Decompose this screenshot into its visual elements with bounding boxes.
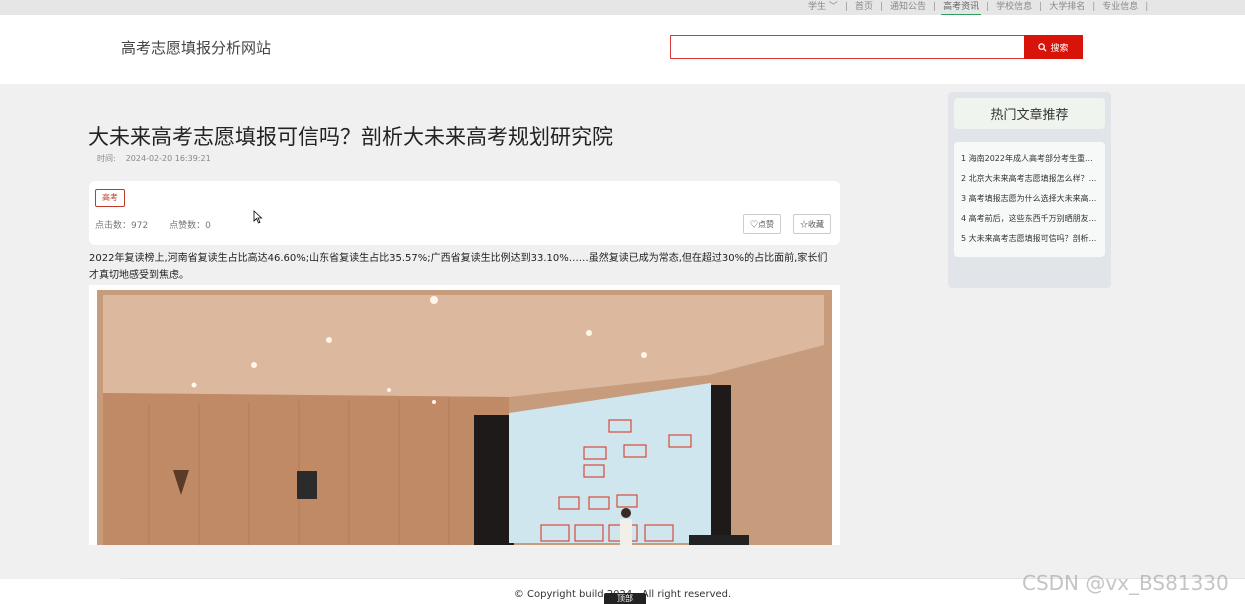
article-info-card: 高考 点击数：972 点赞数：0 ♡点赞 ☆收藏 [89, 181, 840, 245]
article-title: 大未来高考志愿填报可信吗？剖析大未来高考规划研究院 [88, 125, 613, 149]
article-tag[interactable]: 高考 [95, 189, 125, 207]
nav-major-info[interactable]: 专业信息 [1102, 2, 1138, 13]
favorite-button[interactable]: ☆收藏 [793, 214, 831, 234]
divider: | [844, 2, 848, 12]
divider: | [933, 2, 937, 12]
likes-label: 点赞数： [169, 221, 206, 231]
divider: | [1092, 2, 1096, 12]
divider: | [1145, 2, 1149, 12]
article-paragraph: 2022年复读榜上,河南省复读生占比高达46.60%;山东省复读生占比35.57… [89, 253, 828, 281]
search-button-label: 搜索 [1050, 42, 1069, 53]
site-header: 高考志愿填报分析网站 搜索 [0, 15, 1245, 84]
search-input[interactable] [670, 35, 1025, 59]
hot-articles-title: 热门文章推荐 [954, 98, 1105, 129]
search-button[interactable]: 搜索 [1024, 35, 1083, 59]
article-photo [89, 285, 840, 545]
divider: | [1039, 2, 1043, 12]
divider: | [879, 2, 884, 12]
back-to-top-button[interactable]: 顶部 [604, 593, 646, 604]
csdn-watermark: CSDN @vx_BS81330 [1022, 571, 1229, 595]
like-button[interactable]: ♡点赞 [743, 214, 781, 234]
chevron-down-icon: ﹀ [828, 2, 838, 12]
nav-notices[interactable]: 通知公告 [890, 2, 926, 13]
divider: | [986, 2, 990, 12]
likes-value: 0 [205, 221, 211, 231]
search-icon [1038, 42, 1048, 52]
article-stats: 点击数：972 点赞数：0 [95, 218, 211, 231]
nav-school-info[interactable]: 学校信息 [996, 2, 1032, 13]
top-nav: 学生 ﹀ | 首页 | 通知公告 | 高考资讯 | 学校信息 | 大学排名 | … [808, 0, 1155, 16]
nav-home[interactable]: 首页 [855, 2, 873, 13]
nav-university-ranking[interactable]: 大学排名 [1049, 2, 1085, 13]
top-nav-bar: 学生 ﹀ | 首页 | 通知公告 | 高考资讯 | 学校信息 | 大学排名 | … [0, 0, 1245, 16]
hot-article-item[interactable]: 3 高考填报志愿为什么选择大未来高... [954, 192, 1105, 212]
user-menu[interactable]: 学生 ﹀ [808, 2, 838, 13]
user-label: 学生 [808, 2, 827, 12]
clicks-value: 972 [131, 221, 149, 231]
hot-articles-list: 1 海南2022年成人高考部分考生重... 2 北京大未来高考志愿填报怎么样？.… [954, 142, 1105, 257]
mouse-cursor-icon [253, 210, 263, 224]
clicks-label: 点击数： [95, 221, 132, 231]
hot-article-item[interactable]: 1 海南2022年成人高考部分考生重... [954, 152, 1105, 172]
time-label: 时间: [97, 154, 116, 163]
hot-article-item[interactable]: 5 大未来高考志愿填报可信吗？剖析... [954, 232, 1105, 252]
hot-article-item[interactable]: 2 北京大未来高考志愿填报怎么样？... [954, 172, 1105, 192]
nav-exam-news[interactable]: 高考资讯 [941, 2, 982, 16]
article-time: 时间: 2024-02-20 16:39:21 [97, 153, 211, 164]
site-title[interactable]: 高考志愿填报分析网站 [121, 37, 271, 58]
time-value: 2024-02-20 16:39:21 [125, 154, 211, 163]
hot-article-item[interactable]: 4 高考前后，这些东西千万别晒朋友... [954, 212, 1105, 232]
hot-articles-panel: 热门文章推荐 1 海南2022年成人高考部分考生重... 2 北京大未来高考志愿… [948, 92, 1111, 288]
